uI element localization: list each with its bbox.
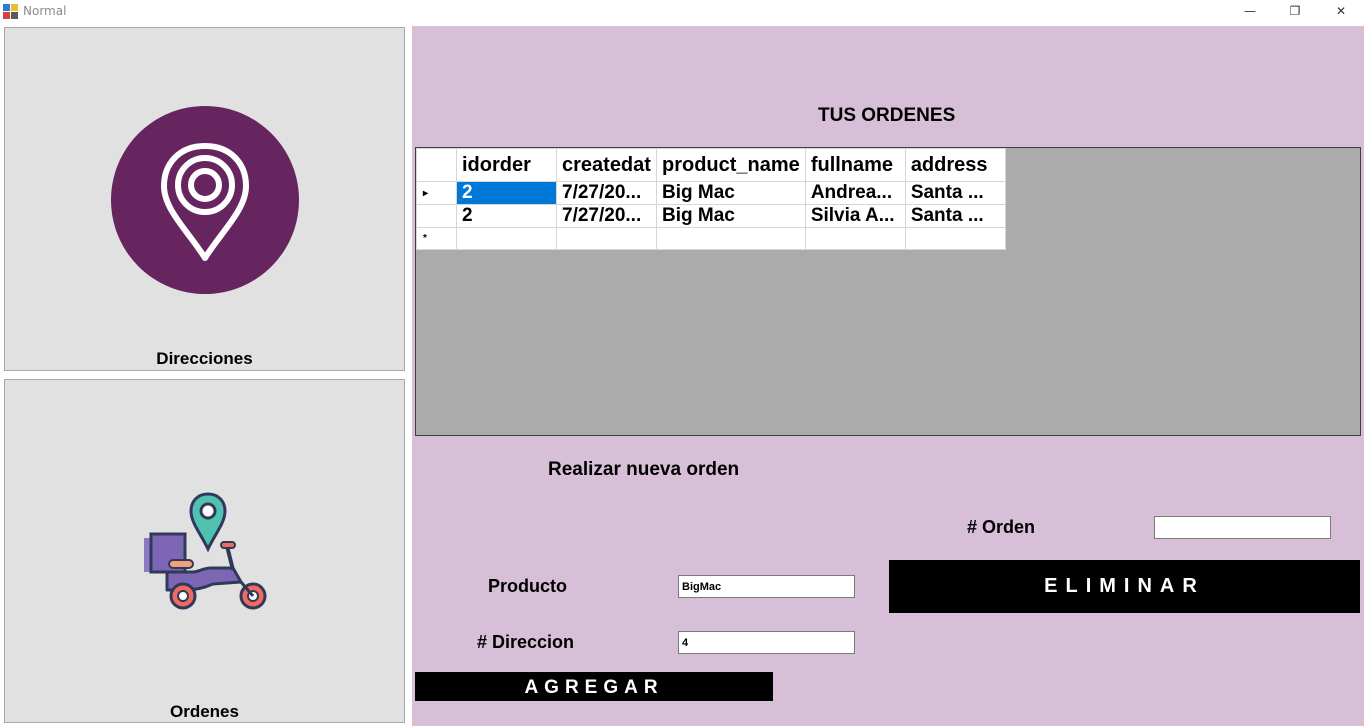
window-title: Normal <box>23 4 67 18</box>
table-cell[interactable] <box>904 227 1006 250</box>
title-bar: Normal — ❐ ✕ <box>0 0 1366 24</box>
table-cell[interactable] <box>556 227 657 250</box>
page-title: TUS ORDENES <box>818 105 956 126</box>
map-pin-icon <box>111 106 299 294</box>
new-order-title: Realizar nueva orden <box>548 459 740 480</box>
column-header-product-name[interactable]: product_name <box>656 148 806 182</box>
direcciones-label: Direcciones <box>156 349 253 368</box>
eliminar-button[interactable]: ELIMINAR <box>889 560 1360 613</box>
table-cell[interactable]: 2 <box>456 204 557 228</box>
table-cell[interactable]: 7/27/20... <box>556 181 657 205</box>
table-cell[interactable] <box>456 227 557 250</box>
table-cell[interactable]: Andrea... <box>804 181 906 205</box>
table-cell[interactable] <box>804 227 906 250</box>
app-icon <box>3 4 18 19</box>
minimize-button[interactable]: — <box>1227 0 1273 24</box>
ordenes-label: Ordenes <box>170 702 239 721</box>
orders-panel: TUS ORDENES idorder createdat product_na… <box>412 26 1364 726</box>
orden-label: # Orden <box>967 517 1036 537</box>
table-cell[interactable] <box>656 227 806 250</box>
table-row[interactable]: 2 7/27/20... Big Mac Silvia A... Santa .… <box>416 204 1006 228</box>
row-header[interactable] <box>416 204 457 228</box>
column-header-idorder[interactable]: idorder <box>456 148 557 182</box>
producto-input[interactable] <box>678 575 855 598</box>
table-cell[interactable]: Silvia A... <box>804 204 906 228</box>
direcciones-button[interactable]: Direcciones <box>4 27 405 371</box>
table-cell[interactable]: 7/27/20... <box>556 204 657 228</box>
table-header-row: idorder createdat product_name fullname … <box>416 148 1006 182</box>
orders-table: idorder createdat product_name fullname … <box>416 148 1006 250</box>
close-button[interactable]: ✕ <box>1318 0 1364 24</box>
table-cell[interactable]: 2 <box>456 181 557 205</box>
table-cell[interactable]: Big Mac <box>656 204 806 228</box>
orden-input[interactable] <box>1154 516 1331 539</box>
column-header-createdat[interactable]: createdat <box>556 148 657 182</box>
table-row[interactable]: ▸ 2 7/27/20... Big Mac Andrea... Santa .… <box>416 181 1006 205</box>
ordenes-button[interactable]: Ordenes <box>4 379 405 723</box>
table-cell[interactable]: Santa ... <box>904 181 1006 205</box>
direccion-input[interactable] <box>678 631 855 654</box>
table-new-row[interactable]: * <box>416 227 1006 250</box>
restore-button[interactable]: ❐ <box>1272 0 1318 24</box>
table-cell[interactable]: Santa ... <box>904 204 1006 228</box>
agregar-button[interactable]: AGREGAR <box>415 672 773 701</box>
table-cell[interactable]: Big Mac <box>656 181 806 205</box>
delivery-scooter-icon <box>144 492 267 610</box>
direccion-label: # Direccion <box>477 632 575 652</box>
column-header-fullname[interactable]: fullname <box>804 148 906 182</box>
producto-label: Producto <box>488 576 567 596</box>
new-row-marker[interactable]: * <box>416 227 457 250</box>
orders-grid[interactable]: idorder createdat product_name fullname … <box>415 147 1361 436</box>
column-header-address[interactable]: address <box>904 148 1006 182</box>
current-row-marker[interactable]: ▸ <box>416 181 457 205</box>
row-header-corner <box>416 148 457 182</box>
